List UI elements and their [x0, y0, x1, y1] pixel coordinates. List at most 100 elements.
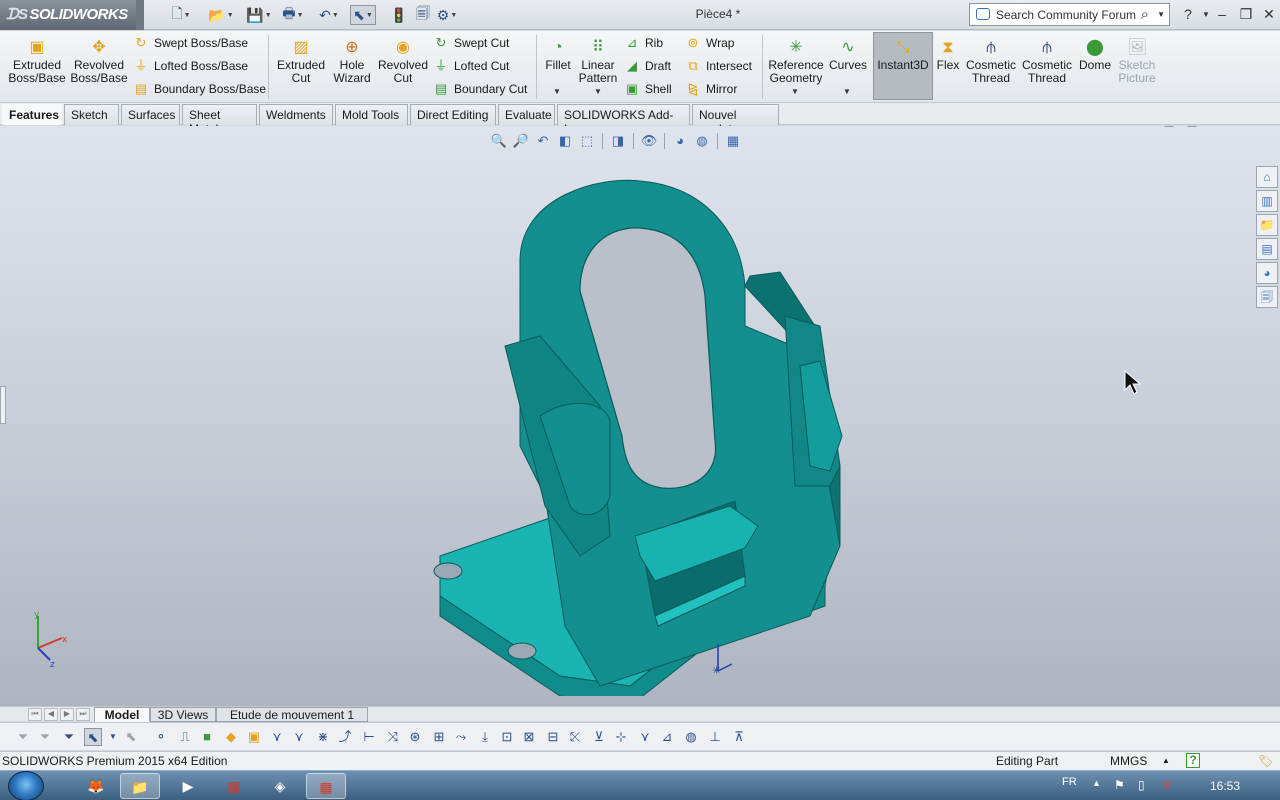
tab-evaluate[interactable]: Evaluate: [498, 104, 555, 125]
revolved-cut-button[interactable]: ◉ Revolved Cut: [376, 39, 430, 85]
filter-cosmetic-threads-icon[interactable]: ⊻: [590, 728, 608, 746]
select-dropdown-icon[interactable]: ▼: [104, 728, 122, 746]
filter-blocks-icon[interactable]: ⊹: [612, 728, 630, 746]
minimize-window-button[interactable]: –: [1212, 6, 1232, 24]
network-disconnected-icon[interactable]: ✕: [1162, 778, 1172, 792]
filter-surface-finish-icon[interactable]: ⤳: [452, 728, 470, 746]
units-dropdown-icon[interactable]: ▲: [1162, 752, 1170, 770]
pattern-dropdown-icon[interactable]: ▼: [594, 87, 602, 96]
tab-solidworks-addins[interactable]: SOLIDWORKS Add-Ins: [557, 104, 690, 136]
tile-left-icon[interactable]: ◧: [1161, 126, 1177, 130]
filter-weld-symbols-icon[interactable]: ⊟: [544, 728, 562, 746]
rib-button[interactable]: ⊿ Rib: [623, 33, 663, 53]
tab-surfaces[interactable]: Surfaces: [121, 104, 180, 125]
tab-3d-views[interactable]: 3D Views: [150, 707, 216, 722]
tab-nouvel-onglet[interactable]: Nouvel onglet: [692, 104, 779, 136]
cosmetic-thread-button[interactable]: ⫛ Cosmetic Thread: [964, 39, 1018, 85]
filter-mid-surfaces-icon[interactable]: ⊥: [706, 728, 724, 746]
section-view-icon[interactable]: ◧: [556, 132, 574, 150]
chevron-down-icon[interactable]: ▼: [1157, 10, 1165, 19]
appearances-icon[interactable]: ◕: [1256, 262, 1278, 284]
flex-button[interactable]: ⧗ Flex: [934, 39, 962, 72]
search-icon[interactable]: ⌕: [1141, 6, 1149, 23]
app-taskbar-icon[interactable]: ◈: [260, 773, 300, 799]
notification-tag-icon[interactable]: 🏷: [1258, 752, 1273, 770]
tab-motion-study[interactable]: Etude de mouvement 1: [216, 707, 368, 722]
extruded-boss-button[interactable]: ▣ Extruded Boss/Base: [8, 39, 66, 85]
hide-show-items-icon[interactable]: 👁: [640, 132, 658, 150]
graphics-area[interactable]: 🔍 🔎 ↶ ◧ ⬚ ◨ 👁 ◕ ◍ ▦ ◧ ◨ – ❐ ✕ ⌂ ▥ 📁 ▤ ◕ …: [0, 126, 1280, 706]
feature-manager-expand-handle[interactable]: [0, 386, 6, 424]
swept-boss-button[interactable]: ↻ Swept Boss/Base: [132, 33, 249, 53]
draft-button[interactable]: ◢ Draft: [623, 56, 671, 76]
tab-mold-tools[interactable]: Mold Tools: [335, 104, 408, 125]
tile-right-icon[interactable]: ◨: [1184, 126, 1200, 130]
clear-selection-icon[interactable]: ⬉: [122, 728, 140, 746]
tab-sheet-metal[interactable]: Sheet Metal: [182, 104, 257, 136]
boundary-boss-button[interactable]: ▤ Boundary Boss/Base: [132, 79, 266, 99]
reference-geometry-dropdown-icon[interactable]: ▼: [791, 87, 799, 96]
zoom-to-area-icon[interactable]: 🔎: [512, 132, 530, 150]
fillet-button[interactable]: ◔ Fillet: [540, 39, 576, 72]
shell-button[interactable]: ▣ Shell: [623, 79, 672, 99]
solidworks-resources-icon[interactable]: ⌂: [1256, 166, 1278, 188]
filter-faces-icon[interactable]: ■: [198, 728, 216, 746]
solidworks-2015-taskbar-icon[interactable]: ▦: [214, 773, 254, 799]
filter-routing-points-icon[interactable]: ◍: [682, 728, 700, 746]
next-tab-arrow[interactable]: ▶: [60, 708, 74, 721]
tab-weldments[interactable]: Weldments: [259, 104, 333, 125]
sketch-picture-button[interactable]: 🖼 Sketch Picture: [1114, 39, 1160, 85]
filter-connection-points-icon[interactable]: ⊿: [658, 728, 676, 746]
filter-axes-icon[interactable]: ⋎: [268, 728, 286, 746]
filter-edges-icon[interactable]: ⎍: [176, 728, 194, 746]
tab-model[interactable]: Model: [94, 707, 150, 722]
document-restore-button[interactable]: ❐: [1230, 126, 1246, 130]
wrap-button[interactable]: ⊚ Wrap: [684, 33, 735, 53]
zoom-to-fit-icon[interactable]: 🔍: [490, 132, 508, 150]
language-indicator[interactable]: FR: [1062, 776, 1077, 788]
file-explorer-icon[interactable]: 📁: [1256, 214, 1278, 236]
battery-icon[interactable]: ▯: [1138, 778, 1145, 792]
clock-time[interactable]: 16:53: [1210, 779, 1240, 793]
filter-sketch-points-icon[interactable]: ⋇: [314, 728, 332, 746]
previous-view-icon[interactable]: ↶: [534, 132, 552, 150]
dome-button[interactable]: ⬤ Dome: [1076, 39, 1114, 72]
filter-midpoints-icon[interactable]: ⊢: [360, 728, 378, 746]
media-player-taskbar-icon[interactable]: ▶: [168, 773, 208, 799]
custom-properties-icon[interactable]: 🗐: [1256, 286, 1278, 308]
tab-direct-editing[interactable]: Direct Editing: [410, 104, 496, 125]
close-window-button[interactable]: ✕: [1259, 6, 1279, 24]
filter-solid-bodies-icon[interactable]: ▣: [245, 728, 263, 746]
select-arrow-icon[interactable]: ⬉: [84, 728, 102, 746]
filter-sketch-segments-icon[interactable]: ⤴: [336, 728, 354, 746]
document-close-button[interactable]: ✕: [1253, 126, 1269, 130]
last-tab-arrow[interactable]: ⏭: [76, 708, 90, 721]
first-tab-arrow[interactable]: ⏮: [28, 708, 42, 721]
mirror-button[interactable]: ⧎ Mirror: [684, 79, 738, 99]
solidworks-active-taskbar-icon[interactable]: ▦: [306, 773, 346, 799]
action-center-flag-icon[interactable]: ⚑: [1114, 778, 1125, 792]
filter-dimensions-icon[interactable]: ⊞: [430, 728, 448, 746]
filter-vertices-icon[interactable]: ⚬: [152, 728, 170, 746]
filter-surface-bodies-icon[interactable]: ◆: [222, 728, 240, 746]
filter-center-marks-icon[interactable]: ⤨: [384, 728, 402, 746]
unit-system-selector[interactable]: MMGS: [1110, 752, 1147, 770]
boundary-cut-button[interactable]: ▤ Boundary Cut: [432, 79, 528, 99]
edit-appearance-icon[interactable]: ◕: [671, 132, 689, 150]
filter-notes-icon[interactable]: ⊡: [498, 728, 516, 746]
view-settings-icon[interactable]: ▦: [724, 132, 742, 150]
lofted-boss-button[interactable]: ⏚ Lofted Boss/Base: [132, 56, 248, 76]
filter-centerline-icon[interactable]: ⊛: [406, 728, 424, 746]
fillet-dropdown-icon[interactable]: ▼: [553, 87, 561, 96]
firefox-taskbar-icon[interactable]: 🦊: [76, 773, 116, 799]
cosmetic-thread-button-2[interactable]: ⫛ Cosmetic Thread: [1020, 39, 1074, 85]
intersect-button[interactable]: ⧉ Intersect: [684, 56, 752, 76]
tab-sketch[interactable]: Sketch: [64, 104, 119, 125]
filter-datum-targets-icon[interactable]: ⤪: [566, 728, 584, 746]
linear-pattern-button[interactable]: ⠿ Linear Pattern: [576, 39, 620, 85]
curves-button[interactable]: ∿ Curves: [828, 39, 868, 72]
search-community-input[interactable]: Search Community Forum ⌕ ▼: [969, 3, 1170, 26]
hole-wizard-button[interactable]: ⊕ Hole Wizard: [328, 39, 376, 85]
start-button[interactable]: [8, 771, 44, 800]
reference-geometry-button[interactable]: ✳ Reference Geometry: [766, 39, 826, 85]
